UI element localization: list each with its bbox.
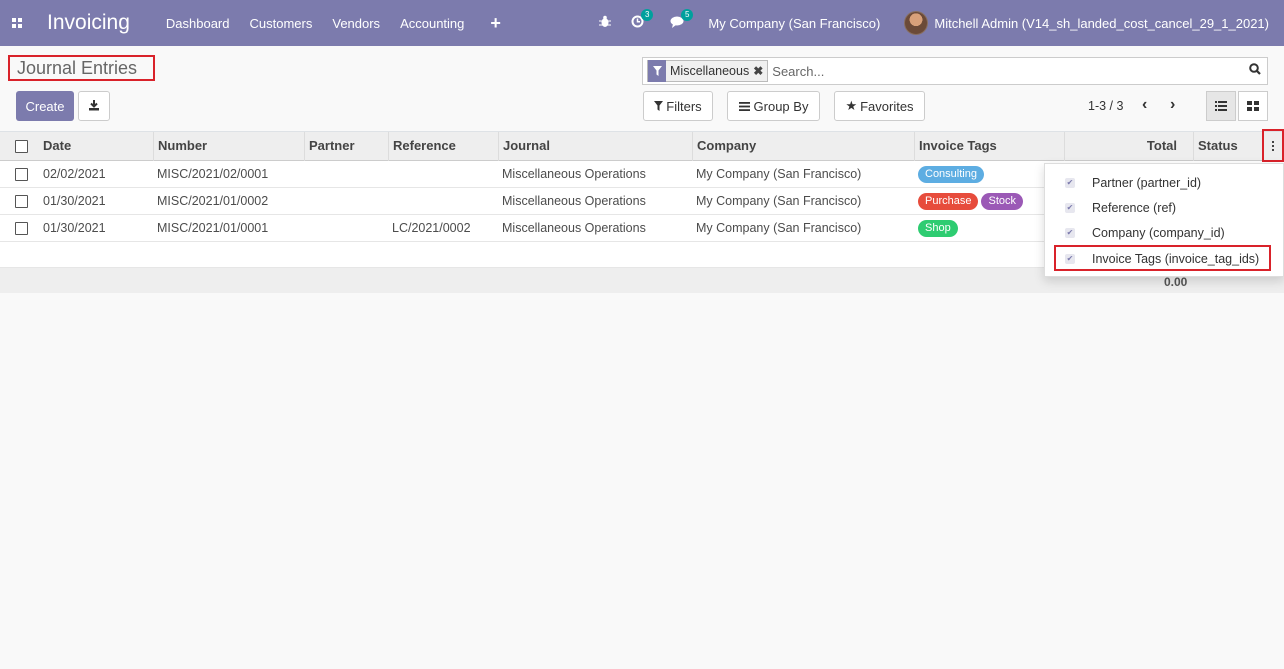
cell-partner xyxy=(304,161,388,188)
column-header-invoice-tags[interactable]: Invoice Tags xyxy=(914,132,1064,162)
chevron-right-icon[interactable]: › xyxy=(1170,96,1175,114)
favorites-button[interactable]: ★ Favorites xyxy=(834,91,925,121)
filter-funnel-icon xyxy=(648,60,666,82)
group-by-button[interactable]: Group By xyxy=(727,91,820,121)
chevron-left-icon[interactable]: ‹ xyxy=(1142,96,1147,114)
invoice-tag: Stock xyxy=(981,193,1023,211)
column-header-journal[interactable]: Journal xyxy=(498,132,692,162)
table-header: Date Number Partner Reference Journal Co… xyxy=(0,131,1284,162)
cell-number: MISC/2021/01/0002 xyxy=(157,194,269,208)
column-header-reference[interactable]: Reference xyxy=(388,132,498,162)
cell-date: 01/30/2021 xyxy=(43,194,106,208)
vertical-ellipsis-icon xyxy=(1272,140,1274,151)
cell-number: MISC/2021/02/0001 xyxy=(157,167,269,181)
cell-reference: LC/2021/0002 xyxy=(392,221,471,235)
facet-remove-icon[interactable]: ✖ xyxy=(753,64,767,78)
optional-column-label: Partner (partner_id) xyxy=(1092,175,1202,190)
company-switcher[interactable]: My Company (San Francisco) xyxy=(708,16,880,31)
search-input[interactable] xyxy=(772,63,1243,79)
page-title: Journal Entries xyxy=(8,55,155,81)
highlight-box xyxy=(1054,245,1271,271)
cell-date: 01/30/2021 xyxy=(43,221,106,235)
cell-date: 02/02/2021 xyxy=(43,167,106,181)
cell-partner xyxy=(304,188,388,215)
debug-bug-icon[interactable] xyxy=(599,15,612,31)
column-header-date[interactable]: Date xyxy=(39,132,153,162)
cell-journal: Miscellaneous Operations xyxy=(502,221,646,235)
cell-number: MISC/2021/01/0001 xyxy=(157,221,269,235)
list-view-button[interactable] xyxy=(1206,91,1236,121)
invoice-tag: Purchase xyxy=(918,193,979,211)
optional-column-company[interactable]: ✔ Company (company_id) xyxy=(1045,220,1284,245)
cell-company: My Company (San Francisco) xyxy=(696,221,862,235)
invoice-tag: Consulting xyxy=(918,166,984,184)
user-avatar[interactable] xyxy=(904,11,929,35)
column-header-total[interactable]: Total xyxy=(1064,132,1193,162)
plus-icon[interactable]: + xyxy=(490,13,501,34)
list-icon xyxy=(1215,101,1227,111)
menu-dashboard[interactable]: Dashboard xyxy=(166,16,230,31)
optional-column-label: Reference (ref) xyxy=(1092,200,1177,215)
cell-company: My Company (San Francisco) xyxy=(696,194,862,208)
pager-value[interactable]: 1-3 / 3 xyxy=(1088,99,1123,113)
top-navbar: Invoicing Dashboard Customers Vendors Ac… xyxy=(0,0,1284,46)
bars-icon xyxy=(738,101,750,111)
row-checkbox[interactable] xyxy=(15,195,28,208)
apps-menu-icon[interactable] xyxy=(0,0,34,46)
filters-label: Filters xyxy=(666,98,702,114)
checkbox-checked-icon[interactable]: ✔ xyxy=(1065,177,1075,188)
cell-invoice-tags: Purchase Stock xyxy=(914,188,1064,215)
row-checkbox[interactable] xyxy=(15,168,28,181)
row-checkbox[interactable] xyxy=(15,222,28,235)
activity-clock-icon[interactable]: 3 xyxy=(631,9,654,31)
cell-reference xyxy=(388,188,498,215)
column-header-number[interactable]: Number xyxy=(153,132,304,162)
star-icon: ★ xyxy=(845,98,858,113)
cell-journal: Miscellaneous Operations xyxy=(502,194,646,208)
cell-invoice-tags: Shop xyxy=(914,215,1064,242)
footer-total: 0.00 xyxy=(1164,275,1188,289)
optional-column-partner[interactable]: ✔ Partner (partner_id) xyxy=(1045,170,1284,195)
cell-company: My Company (San Francisco) xyxy=(696,167,862,181)
message-count-badge: 5 xyxy=(680,9,694,21)
menu-customers[interactable]: Customers xyxy=(250,16,313,31)
app-brand[interactable]: Invoicing xyxy=(47,11,130,35)
column-header-partner[interactable]: Partner xyxy=(304,132,388,162)
cell-reference xyxy=(388,161,498,188)
select-all-checkbox[interactable] xyxy=(15,140,28,153)
optional-column-label: Company (company_id) xyxy=(1092,225,1225,240)
activity-count-badge: 3 xyxy=(640,9,654,21)
export-button[interactable] xyxy=(78,91,110,121)
column-header-company[interactable]: Company xyxy=(692,132,914,162)
optional-columns-toggle[interactable] xyxy=(1262,129,1284,162)
messages-chat-icon[interactable]: 5 xyxy=(670,9,694,31)
optional-columns-dropdown: ✔ Partner (partner_id) ✔ Reference (ref)… xyxy=(1044,163,1284,277)
group-by-label: Group By xyxy=(753,98,809,114)
optional-column-reference[interactable]: ✔ Reference (ref) xyxy=(1045,195,1284,220)
invoice-tag: Shop xyxy=(918,220,958,238)
menu-accounting[interactable]: Accounting xyxy=(400,16,464,31)
checkbox-checked-icon[interactable]: ✔ xyxy=(1065,202,1075,213)
menu-vendors[interactable]: Vendors xyxy=(332,16,380,31)
cell-journal: Miscellaneous Operations xyxy=(502,167,646,181)
kanban-grid-icon xyxy=(1247,101,1259,111)
filter-funnel-icon xyxy=(654,101,664,111)
favorites-label: Favorites xyxy=(860,98,914,114)
kanban-view-button[interactable] xyxy=(1238,91,1268,121)
user-menu[interactable]: Mitchell Admin (V14_sh_landed_cost_cance… xyxy=(934,16,1269,31)
create-button[interactable]: Create xyxy=(16,91,74,121)
cell-invoice-tags: Consulting xyxy=(914,161,1064,188)
facet-value: Miscellaneous xyxy=(670,64,750,78)
search-bar: Miscellaneous ✖ xyxy=(642,57,1268,85)
checkbox-checked-icon[interactable]: ✔ xyxy=(1065,227,1075,238)
cell-partner xyxy=(304,215,388,242)
search-facet: Miscellaneous ✖ xyxy=(647,60,769,82)
column-header-status[interactable]: Status xyxy=(1193,132,1261,162)
download-icon xyxy=(88,99,100,114)
search-icon[interactable] xyxy=(1249,63,1261,78)
filters-button[interactable]: Filters xyxy=(643,91,713,121)
